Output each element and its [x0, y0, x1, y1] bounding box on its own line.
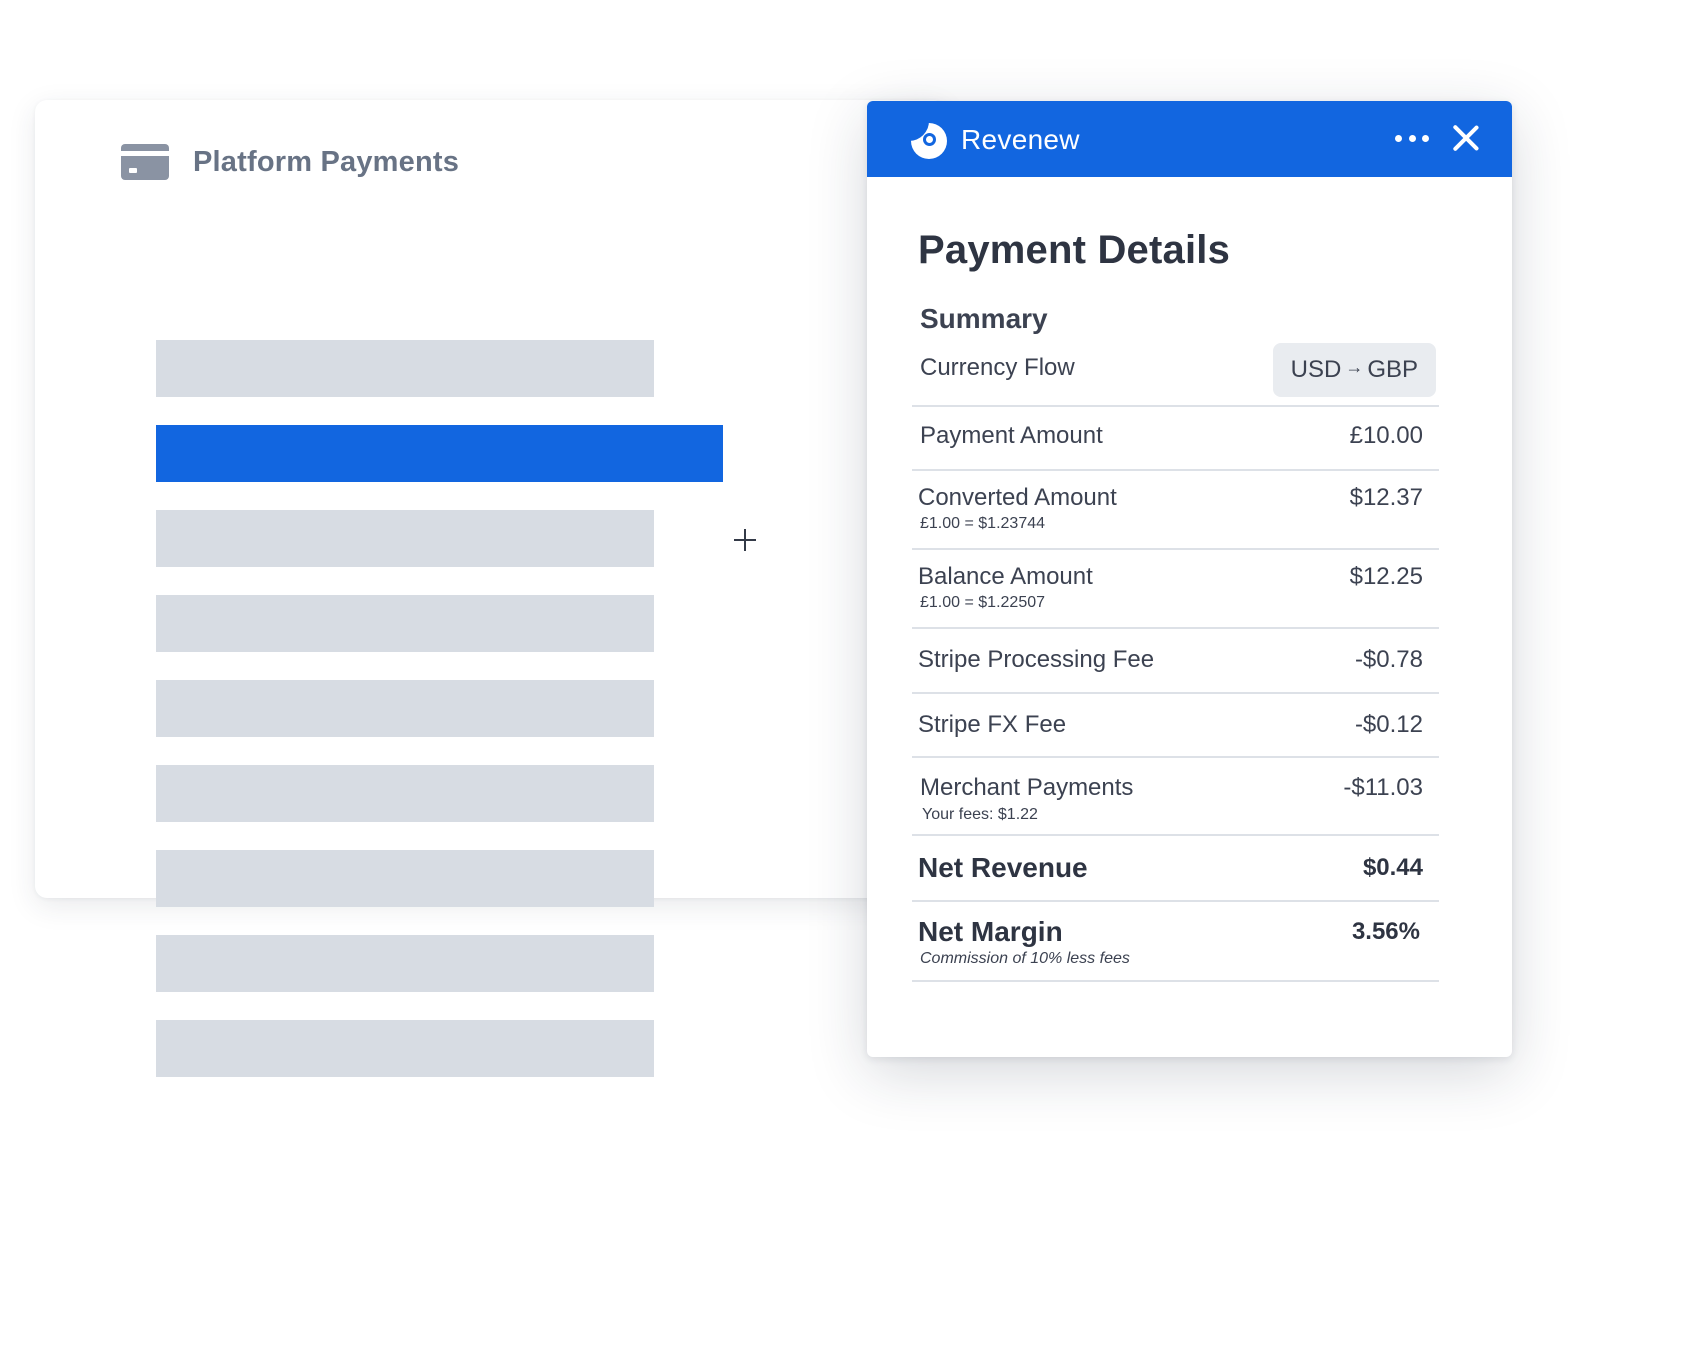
row-value: -$0.78 — [1354, 646, 1423, 673]
currency-from: USD — [1290, 356, 1342, 383]
revenew-logo-icon — [909, 121, 947, 159]
table-row: Stripe FX Fee -$0.12 — [912, 694, 1439, 758]
list-item[interactable] — [156, 935, 654, 992]
revenew-panel: Revenew Payment Details Summary Currency… — [867, 101, 1512, 1057]
row-sublabel: £1.00 = $1.23744 — [920, 515, 1046, 532]
row-label: Balance Amount — [918, 563, 1093, 590]
close-icon[interactable] — [1451, 123, 1481, 153]
currency-flow-badge: USD → GBP — [1272, 343, 1436, 397]
list-item[interactable] — [156, 680, 654, 737]
list-item[interactable] — [156, 340, 654, 397]
net-revenue-row: Net Revenue $0.44 — [912, 836, 1439, 902]
plus-icon[interactable] — [734, 529, 756, 551]
table-row: Merchant Payments Your fees: $1.22 -$11.… — [912, 758, 1439, 836]
row-value: $12.37 — [1349, 484, 1423, 511]
page-title: Payment Details — [918, 228, 1231, 272]
list-item[interactable] — [156, 595, 654, 652]
row-value: $0.44 — [1362, 854, 1423, 881]
list-item-selected[interactable] — [156, 425, 756, 551]
row-label: Payment Amount — [920, 422, 1103, 449]
row-label: Net Margin — [918, 916, 1063, 947]
list-item[interactable] — [156, 765, 654, 822]
row-value: $12.25 — [1349, 563, 1423, 590]
table-row: Stripe Processing Fee -$0.78 — [912, 629, 1439, 694]
row-sublabel: £1.00 = $1.22507 — [920, 594, 1046, 611]
platform-header: Platform Payments — [121, 144, 459, 180]
currency-to: GBP — [1367, 356, 1418, 383]
row-value: 3.56% — [1351, 918, 1420, 945]
table-row: Payment Amount £10.00 — [912, 407, 1439, 471]
section-heading: Summary — [920, 303, 1048, 334]
net-margin-row: Net Margin Commission of 10% less fees 3… — [912, 902, 1439, 982]
table-row: Balance Amount £1.00 = $1.22507 $12.25 — [912, 550, 1439, 629]
list-item[interactable] — [156, 1020, 654, 1077]
row-label: Stripe Processing Fee — [918, 646, 1155, 673]
list-item[interactable] — [156, 510, 654, 567]
row-label: Net Revenue — [918, 852, 1088, 883]
panel-header: Revenew — [867, 101, 1512, 177]
row-sublabel: Your fees: $1.22 — [922, 806, 1038, 823]
row-label: Merchant Payments — [920, 774, 1134, 801]
currency-flow-row: Currency Flow USD → GBP — [912, 337, 1439, 407]
arrow-right-icon: → — [1345, 356, 1364, 377]
platform-title: Platform Payments — [193, 145, 460, 178]
row-value: -$0.12 — [1354, 711, 1423, 738]
table-row: Converted Amount £1.00 = $1.23744 $12.37 — [912, 471, 1439, 550]
ellipsis-icon[interactable] — [1395, 135, 1429, 143]
row-label: Stripe FX Fee — [918, 711, 1067, 738]
credit-card-icon — [121, 144, 169, 180]
app-name: Revenew — [961, 124, 1080, 155]
platform-payments-card: Platform Payments — [35, 100, 945, 1077]
row-sublabel: Commission of 10% less fees — [920, 950, 1130, 967]
list-item[interactable] — [156, 850, 654, 907]
row-value: -$11.03 — [1343, 774, 1423, 801]
row-value: £10.00 — [1349, 422, 1423, 449]
row-label: Currency Flow — [920, 354, 1075, 381]
row-label: Converted Amount — [918, 484, 1117, 511]
